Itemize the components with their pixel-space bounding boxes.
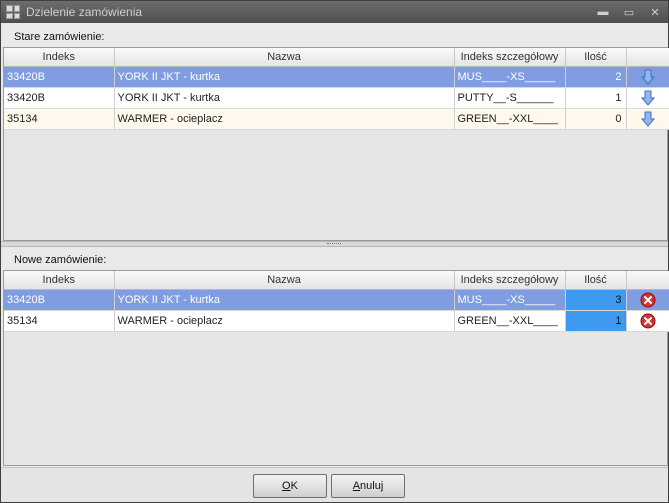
cell-nazwa[interactable]: WARMER - ocieplacz [114,310,455,332]
ok-button[interactable]: OK [253,474,327,498]
new-order-grid[interactable]: Indeks Nazwa Indeks szczegółowy Ilość 33… [3,270,669,466]
cell-nazwa[interactable]: YORK II JKT - kurtka [114,66,455,88]
table-row[interactable]: 33420B YORK II JKT - kurtka MUS____-XS__… [4,66,669,88]
split-order-dialog: Dzielenie zamówienia ▬ ▭ ✕ Stare zamówie… [0,0,669,503]
column-header-ilosc[interactable]: Ilość [565,271,627,290]
move-down-icon[interactable] [626,108,669,130]
cell-ilosc[interactable]: 3 [565,289,627,311]
old-order-header: Indeks Nazwa Indeks szczegółowy Ilość [4,48,669,67]
old-order-grid[interactable]: Indeks Nazwa Indeks szczegółowy Ilość 33… [3,47,669,241]
new-order-label: Nowe zamówienie: [14,254,107,266]
splitter-grip[interactable] [327,243,341,245]
cell-indeks-szczegolowy[interactable]: MUS____-XS_____ [454,289,566,311]
column-header-indeks[interactable]: Indeks [4,271,115,290]
old-order-label: Stare zamówienie: [14,31,105,43]
cell-nazwa[interactable]: YORK II JKT - kurtka [114,87,455,109]
cancel-label: nuluj [360,480,384,492]
cell-indeks[interactable]: 33420B [4,66,115,88]
table-row[interactable]: 33420B YORK II JKT - kurtka PUTTY__-S___… [4,87,669,109]
pane-splitter[interactable] [1,241,668,247]
cell-ilosc[interactable]: 0 [565,108,627,130]
close-button[interactable]: ✕ [642,3,668,21]
cell-indeks-szczegolowy[interactable]: MUS____-XS_____ [454,66,566,88]
column-header-nazwa[interactable]: Nazwa [114,271,455,290]
column-header-indeks[interactable]: Indeks [4,48,115,67]
cell-indeks-szczegolowy[interactable]: GREEN__-XXL____ [454,108,566,130]
cell-indeks[interactable]: 35134 [4,310,115,332]
cell-indeks[interactable]: 33420B [4,289,115,311]
new-order-header: Indeks Nazwa Indeks szczegółowy Ilość [4,271,669,290]
cell-indeks[interactable]: 33420B [4,87,115,109]
table-row[interactable]: 35134 WARMER - ocieplacz GREEN__-XXL____… [4,310,669,332]
cancel-accelerator: A [352,480,361,492]
column-header-indeks-szczegolowy[interactable]: Indeks szczegółowy [454,271,566,290]
cell-nazwa[interactable]: WARMER - ocieplacz [114,108,455,130]
app-grid-icon [6,5,20,19]
cell-ilosc[interactable]: 2 [565,66,627,88]
cell-indeks[interactable]: 35134 [4,108,115,130]
column-header-action [626,271,669,290]
cell-ilosc[interactable]: 1 [565,87,627,109]
title-bar[interactable]: Dzielenie zamówienia ▬ ▭ ✕ [1,1,668,23]
cell-ilosc[interactable]: 1 [565,310,627,332]
cancel-button[interactable]: Anuluj [331,474,405,498]
ok-label: K [290,480,298,492]
minimize-button[interactable]: ▬ [590,3,616,21]
cell-indeks-szczegolowy[interactable]: PUTTY__-S______ [454,87,566,109]
window-title: Dzielenie zamówienia [26,5,143,19]
column-header-action [626,48,669,67]
delete-icon[interactable] [626,310,669,332]
column-header-ilosc[interactable]: Ilość [565,48,627,67]
cell-nazwa[interactable]: YORK II JKT - kurtka [114,289,455,311]
column-header-nazwa[interactable]: Nazwa [114,48,455,67]
ok-accelerator: O [282,480,291,492]
table-row[interactable]: 35134 WARMER - ocieplacz GREEN__-XXL____… [4,108,669,130]
move-down-icon[interactable] [626,87,669,109]
move-down-icon[interactable] [626,66,669,88]
dialog-footer: OK Anuluj [1,467,668,502]
column-header-indeks-szczegolowy[interactable]: Indeks szczegółowy [454,48,566,67]
delete-icon[interactable] [626,289,669,311]
cell-indeks-szczegolowy[interactable]: GREEN__-XXL____ [454,310,566,332]
table-row[interactable]: 33420B YORK II JKT - kurtka MUS____-XS__… [4,289,669,311]
restore-button[interactable]: ▭ [616,3,642,21]
